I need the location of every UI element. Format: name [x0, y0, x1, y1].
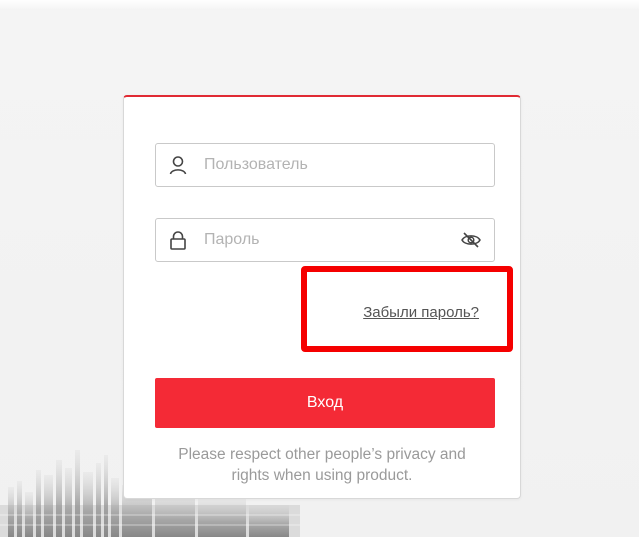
- password-field[interactable]: [155, 218, 495, 262]
- password-input[interactable]: [204, 219, 444, 261]
- eye-hidden-icon[interactable]: [460, 230, 482, 250]
- privacy-notice: Please respect other people’s privacy an…: [124, 444, 520, 486]
- username-field[interactable]: [155, 143, 495, 187]
- login-button[interactable]: Вход: [155, 378, 495, 428]
- lock-icon: [170, 231, 186, 250]
- privacy-notice-line-2: rights when using product.: [231, 467, 413, 484]
- privacy-notice-line-1: Please respect other people’s privacy an…: [178, 446, 466, 463]
- username-input[interactable]: [204, 144, 444, 186]
- annotation-highlight-box: [301, 266, 513, 352]
- user-icon: [169, 156, 187, 175]
